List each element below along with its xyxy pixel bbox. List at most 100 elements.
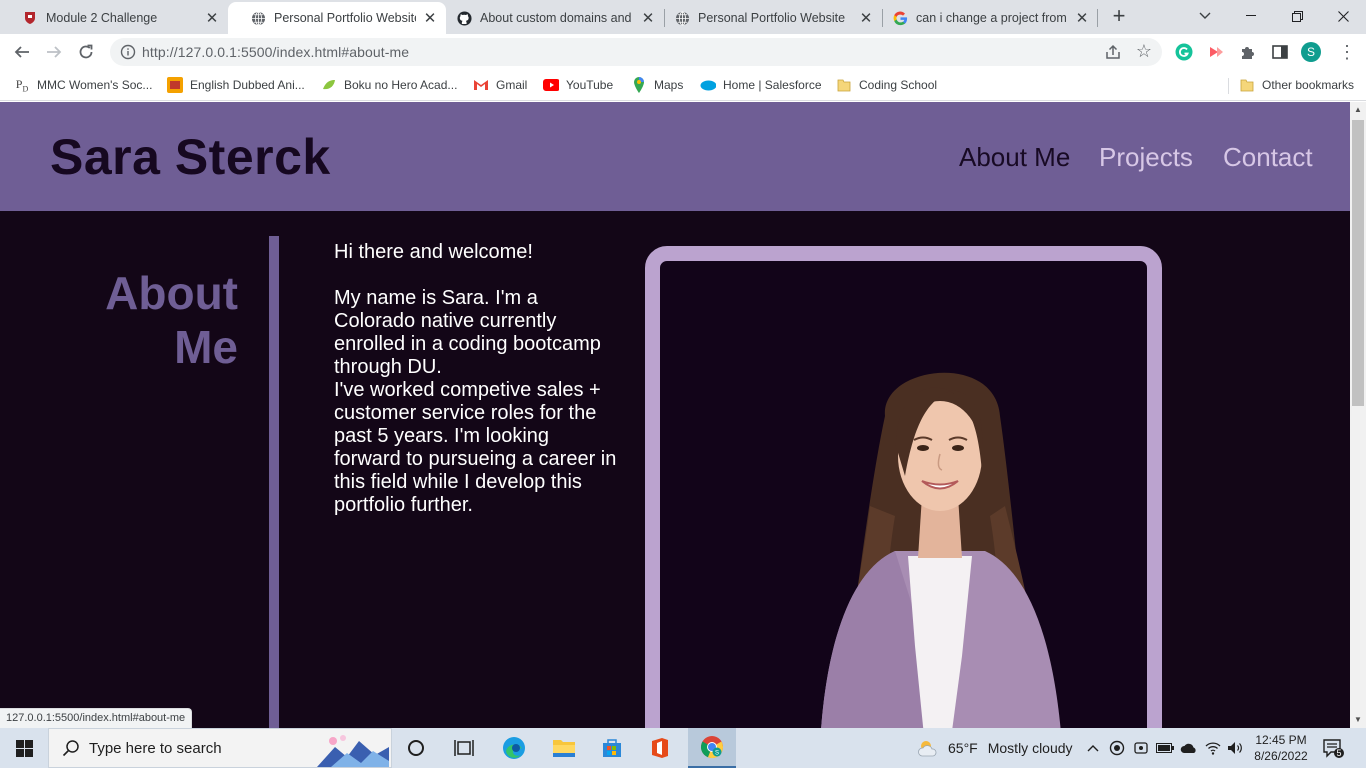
bookmark-boku-no-hero[interactable]: Boku no Hero Acad... [321, 76, 457, 94]
tab-personal-portfolio-2[interactable]: Personal Portfolio Website ✕ [664, 2, 882, 34]
close-tab-icon[interactable]: ✕ [1074, 10, 1090, 27]
google-icon [892, 10, 908, 26]
bookmark-mmc-womens-soc[interactable]: PD MMC Women's Soc... [14, 76, 153, 94]
tab-personal-portfolio-active[interactable]: Personal Portfolio Website ✕ [228, 2, 446, 34]
close-tab-icon[interactable]: ✕ [204, 10, 220, 27]
weather-widget[interactable]: 65°F Mostly cloudy [916, 738, 1073, 758]
side-panel-icon[interactable] [1270, 42, 1290, 62]
partly-cloudy-icon [918, 741, 937, 757]
cortana-button[interactable] [392, 728, 440, 768]
chevron-down-icon [1199, 12, 1211, 19]
close-tab-icon[interactable]: ✕ [858, 10, 874, 27]
about-me-heading: About Me [60, 266, 238, 374]
tab-google-search[interactable]: can i change a project from private to p… [882, 2, 1098, 34]
maps-icon [631, 77, 647, 93]
tab-strip: Module 2 Challenge ✕ Personal Portfolio … [0, 0, 1366, 34]
bookmark-maps[interactable]: Maps [631, 76, 683, 94]
pd-icon: PD [15, 76, 29, 94]
tab-title: Personal Portfolio Website [274, 11, 416, 25]
globe-icon [250, 10, 266, 26]
nav-link-contact[interactable]: Contact [1223, 142, 1313, 173]
close-tab-icon[interactable]: ✕ [422, 10, 438, 27]
battery-icon[interactable] [1156, 739, 1174, 757]
task-view-button[interactable] [440, 728, 488, 768]
close-icon [1337, 10, 1349, 22]
bookmark-label: Coding School [859, 78, 938, 92]
arrow-left-icon [14, 46, 29, 58]
edge-button[interactable] [490, 728, 538, 768]
github-icon [456, 10, 472, 26]
bookmark-folder-coding-school[interactable]: Coding School [836, 76, 937, 94]
office-button[interactable] [636, 728, 684, 768]
grammarly-extension-icon[interactable] [1174, 42, 1194, 62]
site-title: Sara Sterck [50, 129, 331, 185]
link-status-bubble: 127.0.0.1:5500/index.html#about-me [0, 708, 193, 728]
share-icon[interactable] [1104, 43, 1122, 61]
info-icon[interactable] [120, 44, 136, 60]
wifi-icon[interactable] [1204, 739, 1222, 757]
screen-recorder-extension-icon[interactable] [1206, 42, 1226, 62]
browser-menu-icon[interactable]: ⋮ [1338, 42, 1356, 62]
restore-button[interactable] [1274, 0, 1320, 32]
profile-avatar[interactable]: S [1301, 42, 1321, 62]
search-icon [62, 740, 79, 757]
clock-time: 12:45 PM [1255, 733, 1307, 747]
section-divider-bar [269, 236, 279, 728]
search-highlight-icon [317, 735, 389, 767]
page-scrollbar[interactable]: ▲ ▼ [1350, 102, 1366, 728]
forward-button[interactable] [40, 38, 68, 66]
scrollbar-thumb[interactable] [1352, 120, 1364, 406]
bookmark-gmail[interactable]: Gmail [473, 76, 527, 94]
chrome-button[interactable]: S [688, 728, 736, 768]
notification-center-button[interactable]: 5 [1322, 738, 1344, 758]
task-view-icon [454, 740, 474, 756]
globe-icon [674, 10, 690, 26]
minimize-button[interactable] [1228, 0, 1274, 32]
salesforce-icon [700, 77, 716, 93]
tab-search-button[interactable] [1182, 0, 1228, 32]
volume-icon[interactable] [1226, 739, 1244, 757]
bio-text: Hi there and welcome! My name is Sara. I… [334, 241, 619, 517]
onedrive-cloud-icon[interactable] [1180, 739, 1198, 757]
notification-count-badge: 5 [1336, 748, 1342, 758]
bookmark-label: Home | Salesforce [723, 78, 822, 92]
microsoft-store-button[interactable] [588, 728, 636, 768]
search-placeholder: Type here to search [89, 739, 222, 757]
browser-toolbar: http://127.0.0.1:5500/index.html#about-m… [0, 34, 1366, 70]
bookmark-label: MMC Women's Soc... [37, 78, 153, 92]
bookmark-english-dubbed-anime[interactable]: English Dubbed Ani... [167, 76, 305, 94]
url-text[interactable]: http://127.0.0.1:5500/index.html#about-m… [142, 44, 409, 60]
bookmark-salesforce[interactable]: Home | Salesforce [700, 76, 822, 94]
reload-button[interactable] [72, 38, 100, 66]
close-window-button[interactable] [1320, 0, 1366, 32]
scroll-down-arrow-icon[interactable]: ▼ [1350, 712, 1366, 728]
other-bookmarks-folder[interactable]: Other bookmarks [1239, 76, 1354, 94]
address-bar[interactable]: http://127.0.0.1:5500/index.html#about-m… [110, 38, 1162, 66]
nav-link-about-me[interactable]: About Me [959, 142, 1070, 173]
meet-now-icon[interactable] [1132, 739, 1150, 757]
new-tab-button[interactable]: + [1108, 5, 1130, 28]
record-icon[interactable] [1108, 739, 1126, 757]
cortana-circle-icon [408, 740, 424, 756]
taskbar-clock[interactable]: 12:45 PM 8/26/2022 [1248, 732, 1314, 764]
start-button[interactable] [0, 728, 48, 768]
profile-photo-frame [645, 246, 1162, 728]
file-explorer-button[interactable] [540, 728, 588, 768]
nav-link-projects[interactable]: Projects [1099, 142, 1193, 173]
folder-icon [1239, 77, 1255, 93]
tab-title: can i change a project from private to p… [916, 11, 1068, 25]
extensions-puzzle-icon[interactable] [1238, 42, 1258, 62]
tab-module-2-challenge[interactable]: Module 2 Challenge ✕ [0, 2, 228, 34]
back-button[interactable] [8, 38, 36, 66]
bookmarks-separator [1228, 78, 1229, 94]
show-hidden-icons-chevron-up-icon[interactable] [1084, 739, 1102, 757]
bio-greeting: Hi there and welcome! [334, 241, 533, 263]
taskbar-search-box[interactable]: Type here to search [48, 728, 392, 768]
bookmark-star-icon[interactable]: ☆ [1136, 41, 1152, 62]
profile-photo [821, 372, 1061, 728]
close-tab-icon[interactable]: ✕ [640, 10, 656, 27]
tab-github-custom-domains[interactable]: About custom domains and GitHub Pages ✕ [446, 2, 664, 34]
bookmark-youtube[interactable]: YouTube [543, 76, 613, 94]
restore-icon [1291, 10, 1303, 22]
scroll-up-arrow-icon[interactable]: ▲ [1350, 102, 1366, 118]
